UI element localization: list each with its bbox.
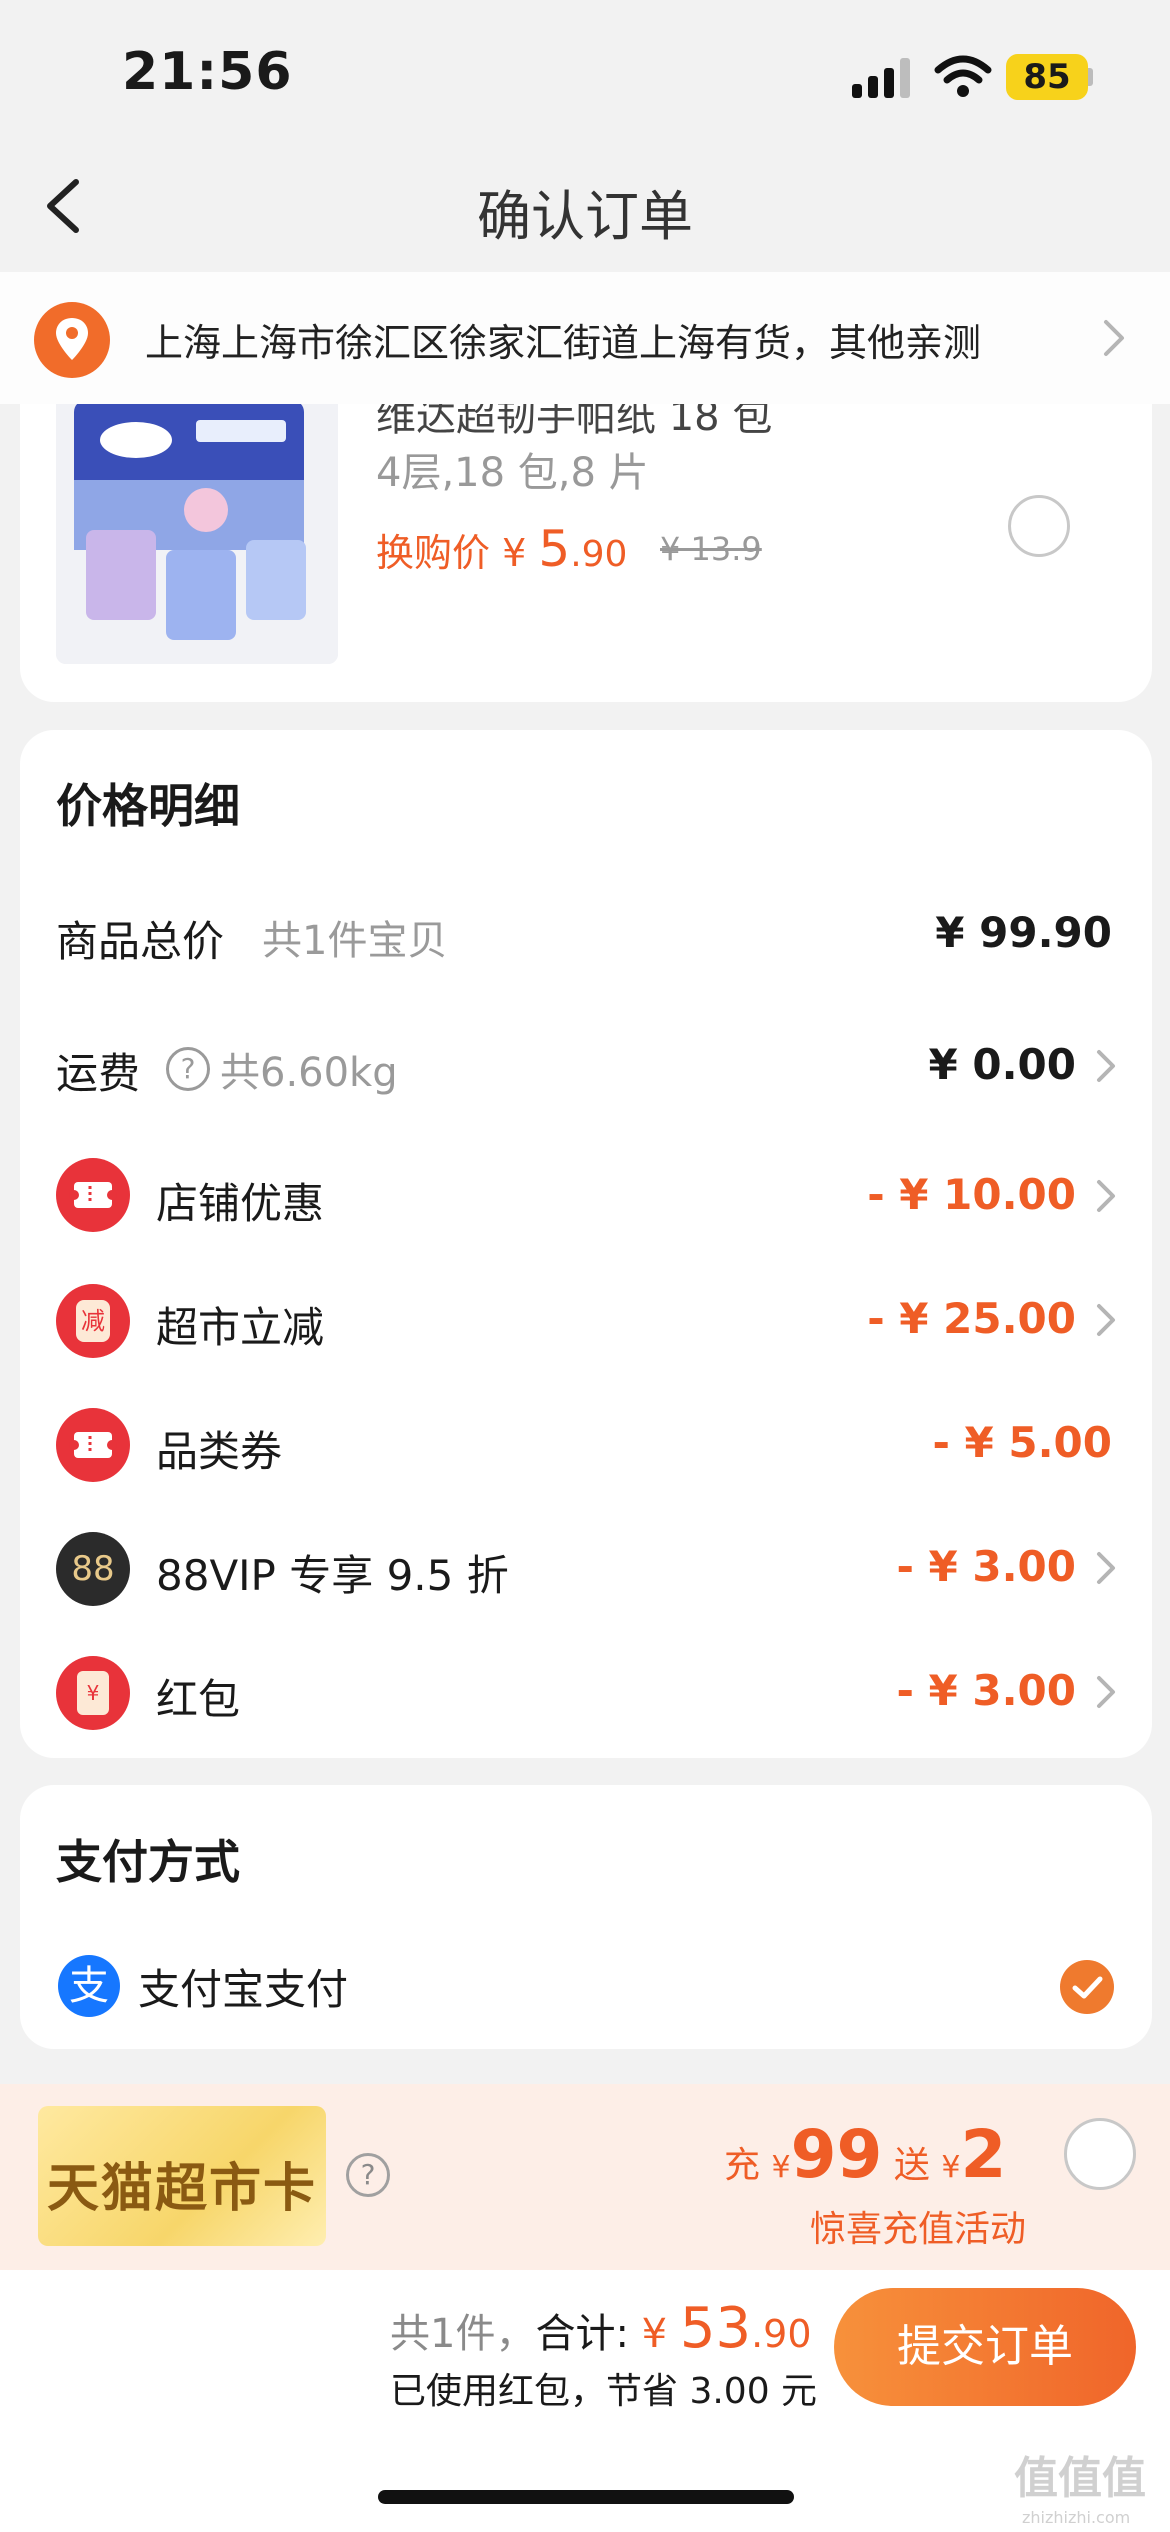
alipay-icon: 支 [58, 1955, 120, 2017]
discount-value-category: - ¥ 5.00 [932, 1418, 1112, 1467]
reduce-icon-text: 减 [76, 1300, 110, 1342]
discount-label-category: 品类券 [156, 1427, 283, 1476]
recharge-offer: 充 ¥99 送 ¥2 [724, 2116, 1006, 2193]
chevron-right-icon[interactable] [1094, 1548, 1118, 1588]
total-decimal: .90 [751, 2312, 812, 2356]
savings-note: 已使用红包，节省 3.00 元 [390, 2371, 818, 2412]
total-label: 合计: [535, 2311, 629, 2357]
total-integer: 53 [679, 2296, 752, 2361]
discount-label-88vip: 88VIP 专享 9.5 折 [156, 1551, 509, 1600]
ticket-icon [56, 1158, 130, 1232]
help-icon[interactable]: ? [346, 2153, 390, 2197]
ticket-icon [56, 1408, 130, 1482]
order-total: 共1件，合计: ¥ 53.90 [390, 2296, 812, 2361]
discount-value-market[interactable]: - ¥ 25.00 [867, 1294, 1076, 1343]
payment-method-label[interactable]: 支付宝支付 [138, 1956, 348, 2017]
price-detail-title: 价格明细 [56, 779, 240, 833]
discount-label-store: 店铺优惠 [156, 1179, 325, 1228]
88vip-icon: 88 [56, 1532, 130, 1606]
charge-prefix: 充 [724, 2145, 761, 2186]
item-count: 共1件， [390, 2311, 536, 2357]
promo-subtitle: 惊喜充值活动 [810, 2209, 1027, 2250]
tmall-card-name: 天猫超市卡 [46, 2159, 317, 2219]
chevron-right-icon[interactable] [1094, 1300, 1118, 1340]
discount-label-redpacket: 红包 [156, 1675, 241, 1724]
price-label: 换购价 [376, 531, 491, 575]
chevron-right-icon[interactable] [1098, 316, 1128, 360]
discount-value-88vip[interactable]: - ¥ 3.00 [896, 1542, 1076, 1591]
chevron-right-icon[interactable] [1094, 1046, 1118, 1086]
battery-indicator: 85 [1006, 54, 1088, 100]
price-detail-card [20, 730, 1152, 1758]
watermark-sub: zhizhizhi.com [1022, 2508, 1131, 2527]
charge-currency: ¥ [771, 2150, 791, 2185]
location-pin-icon [34, 302, 110, 378]
total-amount: ¥ 53.90 [641, 2296, 812, 2361]
discount-value-store[interactable]: - ¥ 10.00 [867, 1170, 1076, 1219]
promo-select-radio[interactable] [1064, 2118, 1136, 2190]
product-spec: 4层,18 包,8 片 [376, 450, 649, 496]
gift-amount: 2 [960, 2116, 1007, 2193]
wifi-icon [934, 55, 992, 97]
gift-currency: ¥ [941, 2150, 961, 2185]
gift-prefix: 送 [893, 2145, 930, 2186]
submit-order-button[interactable]: 提交订单 [834, 2288, 1136, 2406]
shipping-sub: 共6.60kg [220, 1050, 398, 1096]
cellular-signal-icon [852, 58, 910, 98]
charge-amount: 99 [790, 2116, 883, 2193]
page-title: 确认订单 [477, 185, 693, 248]
payment-title: 支付方式 [56, 1835, 240, 1889]
home-indicator[interactable] [378, 2490, 794, 2504]
original-price: ¥ 13.9 [660, 530, 762, 568]
red-packet-icon-text: ¥ [77, 1671, 109, 1715]
checkmark-icon[interactable] [1060, 1960, 1114, 2014]
address-text-overlay[interactable]: 上海上海市徐汇区徐家汇街道上海有货，其他亲测 [145, 312, 981, 367]
88vip-icon-text: 88 [71, 1549, 115, 1589]
discount-value-redpacket[interactable]: - ¥ 3.00 [896, 1666, 1076, 1715]
price-integer: 5 [538, 520, 571, 578]
goods-total-value: ¥ 99.90 [935, 908, 1112, 957]
status-time: 21:56 [122, 42, 293, 102]
battery-tip [1088, 68, 1093, 86]
chevron-right-icon[interactable] [1094, 1672, 1118, 1712]
goods-total-sub: 共1件宝贝 [262, 918, 448, 964]
product-select-radio[interactable] [1008, 495, 1070, 557]
price-currency: ¥ [502, 531, 527, 575]
tissue-package-illustration [56, 380, 338, 664]
shipping-label: 运费 [56, 1049, 141, 1098]
reduce-icon: 减 [56, 1284, 130, 1358]
red-packet-icon: ¥ [56, 1656, 130, 1730]
discount-label-market: 超市立减 [156, 1303, 325, 1352]
chevron-right-icon[interactable] [1094, 1176, 1118, 1216]
goods-total-label: 商品总价 [56, 917, 225, 966]
price-decimal: .90 [570, 534, 628, 575]
product-price: 换购价 ¥ 5.90 [376, 520, 627, 578]
help-icon[interactable]: ? [166, 1047, 210, 1091]
total-currency: ¥ [641, 2311, 668, 2357]
shipping-value[interactable]: ¥ 0.00 [929, 1040, 1076, 1089]
watermark: 值值值 [1014, 2453, 1146, 2504]
product-image[interactable] [56, 380, 338, 664]
